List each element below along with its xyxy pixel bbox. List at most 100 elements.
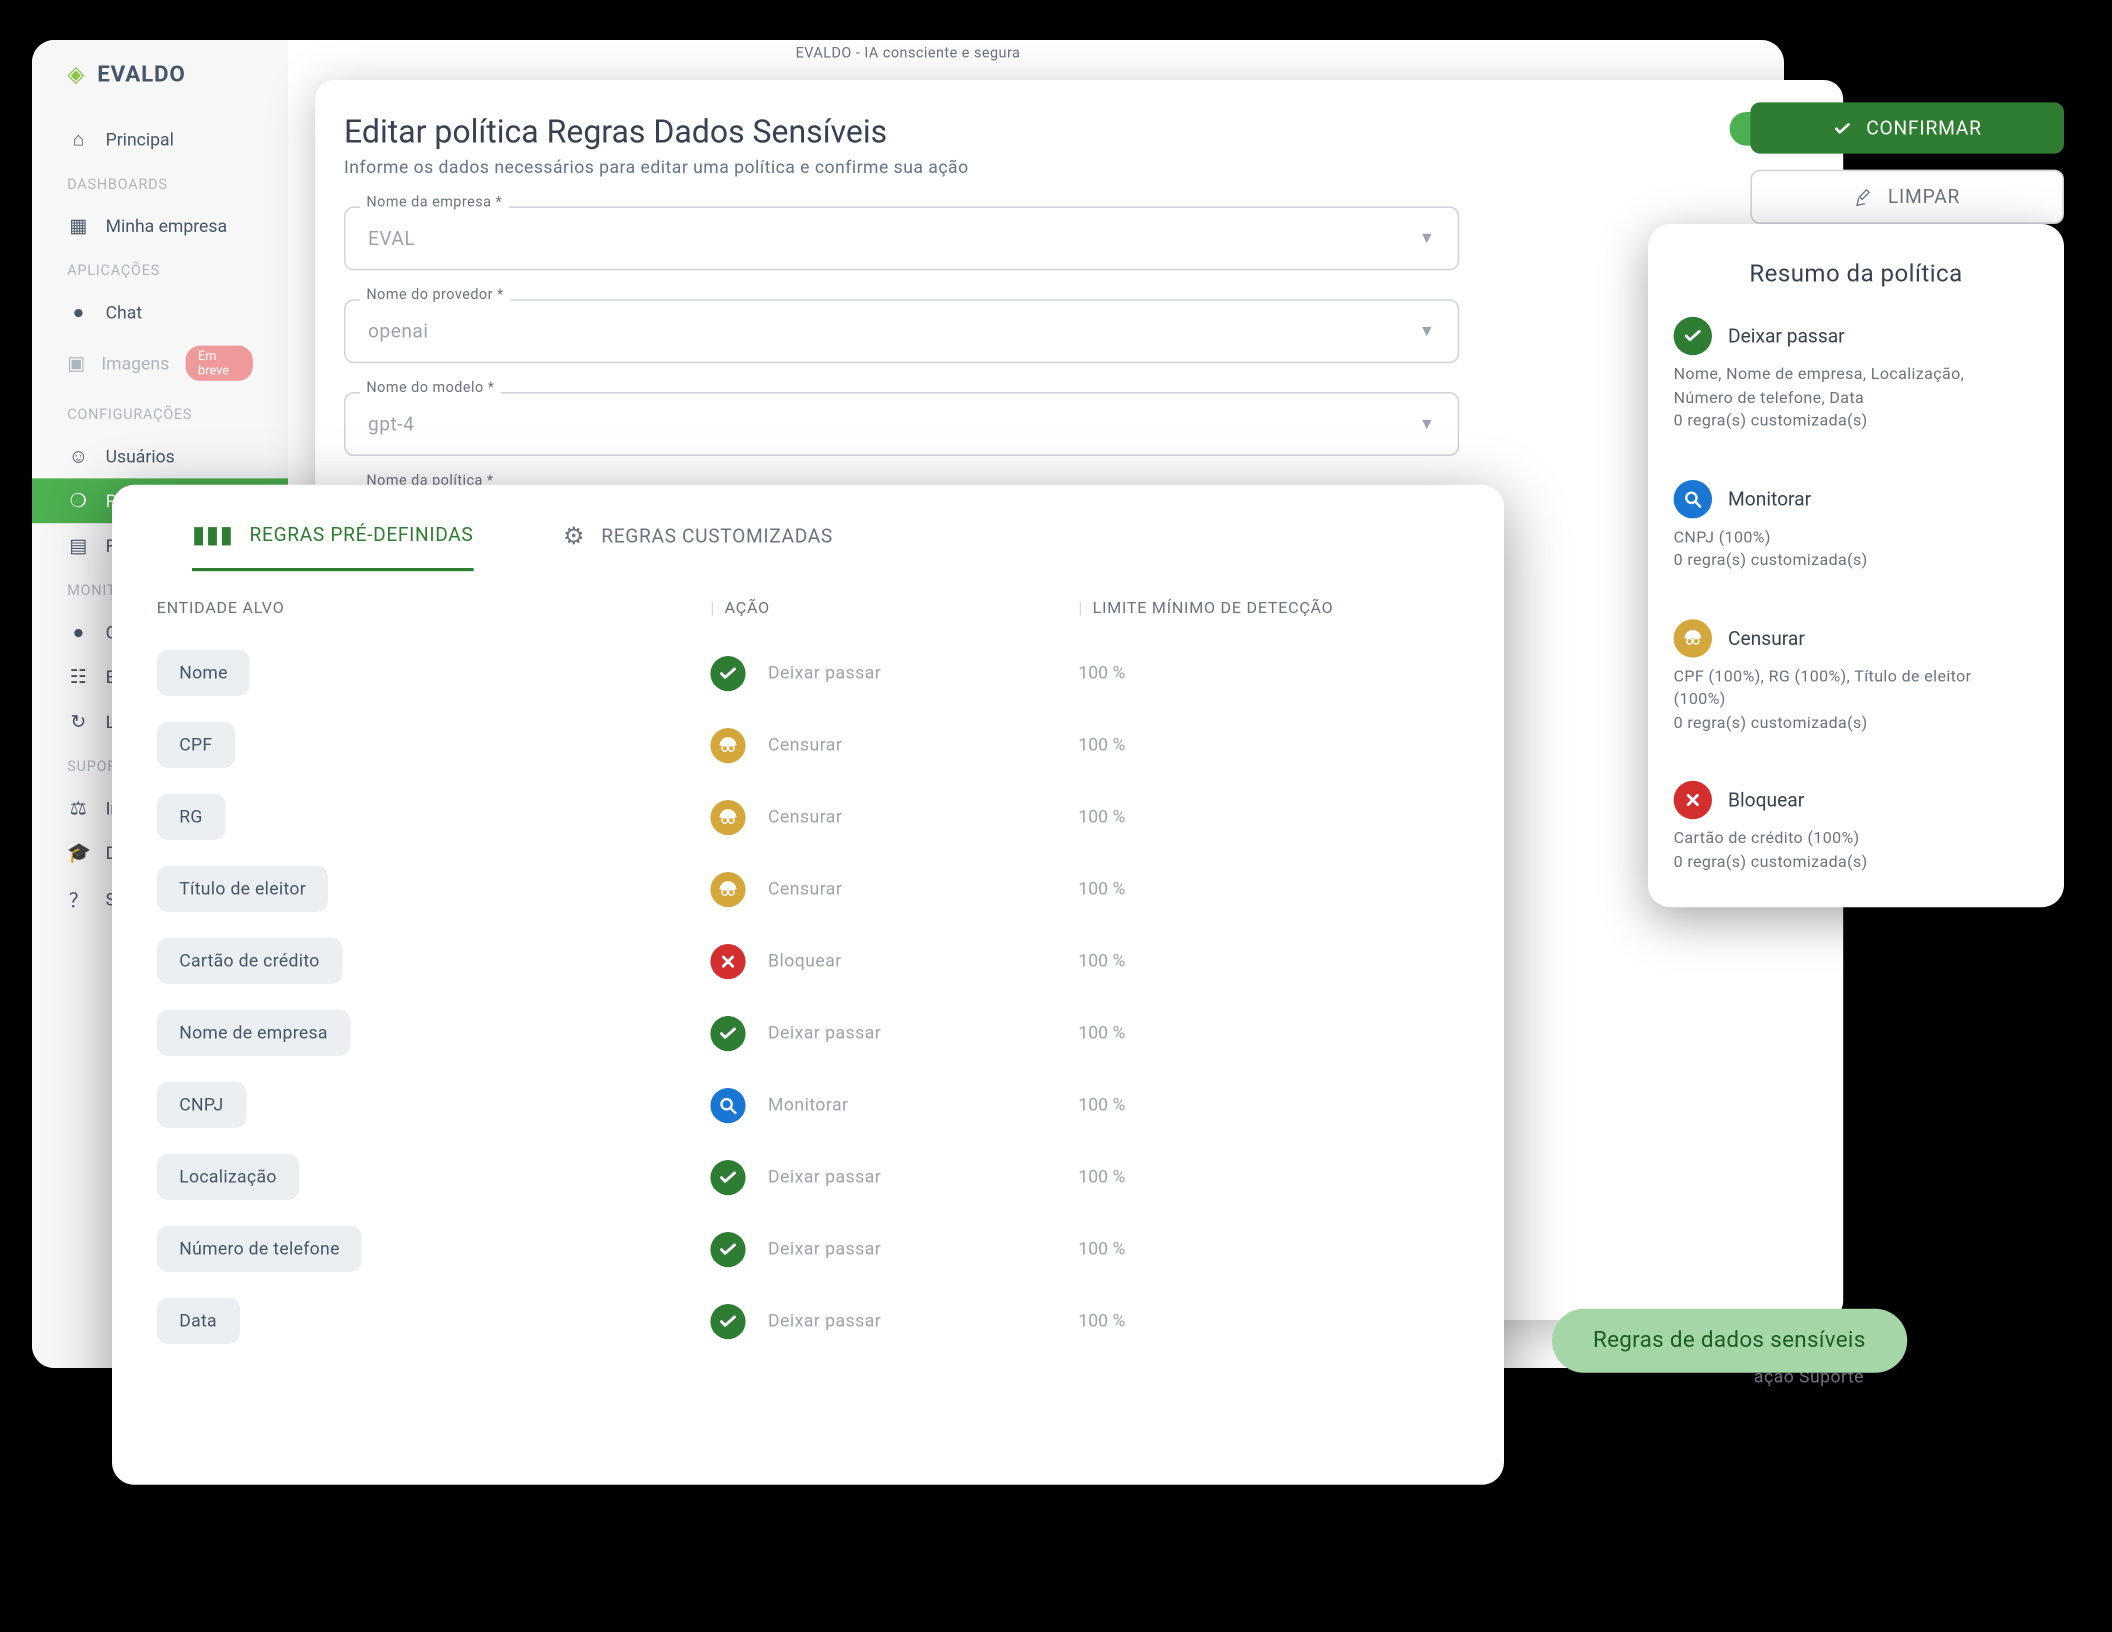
entity-chip: Nome de empresa [157,1010,350,1056]
form-title: Editar política Regras Dados Sensíveis [344,112,969,150]
censor-icon [1674,618,1712,656]
rules-panel: ▮▮▮REGRAS PRÉ-DEFINIDAS ⚙REGRAS CUSTOMIZ… [112,485,1504,1485]
entity-chip: CPF [157,722,235,768]
block-icon [710,943,745,978]
pass-icon [710,1303,745,1338]
chevron-down-icon: ▼ [1419,230,1435,248]
brand-text: EVALDO [97,62,185,88]
summary-monitor: Monitorar CNPJ (100%) 0 regra(s) customi… [1674,479,2039,573]
censor-icon [710,871,745,906]
summary-pass: Deixar passar Nome, Nome de empresa, Loc… [1674,317,2039,435]
limit-value: 100 % [1043,950,1475,971]
entity-chip: CNPJ [157,1082,246,1128]
monitor-icon [710,1087,745,1122]
pass-icon [710,655,745,690]
confirm-button[interactable]: CONFIRMAR [1750,102,2064,153]
broom-icon [1854,186,1875,207]
block-icon [1674,781,1712,819]
scale-icon: ⚖ [67,797,89,819]
tab-predefined[interactable]: ▮▮▮REGRAS PRÉ-DEFINIDAS [192,520,473,571]
brand-logo-icon: ◈ [67,62,84,88]
table-row[interactable]: Título de eleitor Censurar 100 % [131,853,1485,925]
action-text: Deixar passar [768,1022,881,1043]
nav-principal[interactable]: ⌂Principal [32,117,288,162]
limit-value: 100 % [1043,1310,1475,1331]
entity-chip: RG [157,794,225,840]
footer-tag: Regras de dados sensíveis [1551,1309,1907,1373]
chevron-down-icon: ▼ [1419,415,1435,433]
action-text: Deixar passar [768,662,881,683]
table-row[interactable]: Data Deixar passar 100 % [131,1285,1485,1357]
badge-em-breve: Em breve [185,346,253,381]
table-header: ENTIDADE ALVO | AÇÃO | LIMITE MÍNIMO DE … [131,571,1485,637]
pass-icon [710,1231,745,1266]
table-row[interactable]: NomeDeixar passar100 % [131,637,1485,709]
nav-minha-empresa[interactable]: ▦Minha empresa [32,203,288,248]
field-label-empresa: Nome da empresa * [360,195,509,211]
limit-value: 100 % [1043,1094,1475,1115]
table-row[interactable]: Cartão de crédito Bloquear 100 % [131,925,1485,997]
action-text: Censurar [768,806,842,827]
field-label-modelo: Nome do modelo * [360,381,501,397]
limit-value: 100 % [1043,806,1475,827]
nav-section-config: CONFIGURAÇÕES [32,392,288,434]
database-icon: ▤ [67,534,89,556]
table-row[interactable]: Número de telefoneDeixar passar100 % [131,1213,1485,1285]
entity-chip: Nome [157,650,250,696]
select-empresa[interactable]: EVAL▼ [344,206,1459,270]
chat-icon: ● [67,621,89,643]
globe-icon: ❍ [67,490,89,512]
limit-value: 100 % [1043,1022,1475,1043]
table-row[interactable]: Nome de empresa Deixar passar 100 % [131,997,1485,1069]
entity-chip: Título de eleitor [157,866,329,912]
chevron-down-icon: ▼ [1419,322,1435,340]
help-icon: ？ [67,886,89,913]
action-text: Deixar passar [768,1238,881,1259]
entity-chip: Localização [157,1154,299,1200]
summary-censor: Censurar CPF (100%), RG (100%), Título d… [1674,618,2039,736]
limit-value: 100 % [1043,878,1475,899]
th-entity: ENTIDADE ALVO [141,600,711,618]
chat-icon: ● [67,301,89,323]
censor-icon [710,727,745,762]
entity-chip: Data [157,1298,240,1344]
censor-icon [710,799,745,834]
book-icon: 🎓 [67,842,89,864]
table-row[interactable]: CNPJMonitorar100 % [131,1069,1485,1141]
check-icon [1833,118,1854,139]
image-icon: ▣ [67,352,85,374]
table-row[interactable]: LocalizaçãoDeixar passar100 % [131,1141,1485,1213]
summary-title: Resumo da política [1674,259,2039,288]
field-label-provedor: Nome do provedor * [360,288,510,304]
tab-custom[interactable]: ⚙REGRAS CUSTOMIZADAS [563,520,833,571]
limit-value: 100 % [1043,734,1475,755]
select-modelo[interactable]: gpt-4▼ [344,392,1459,456]
user-icon: ☺ [67,445,89,467]
calendar-icon: ☷ [67,666,89,688]
gear-icon: ⚙ [563,522,585,551]
table-row[interactable]: CPF Censurar 100 % [131,709,1485,781]
nav-imagens[interactable]: ▣ImagensEm breve [32,334,288,392]
action-text: Bloquear [768,950,842,971]
policy-summary-card: Resumo da política Deixar passar Nome, N… [1648,224,2064,907]
select-provedor[interactable]: openai▼ [344,299,1459,363]
nav-usuarios[interactable]: ☺Usuários [32,434,288,479]
entity-chip: Cartão de crédito [157,938,342,984]
nav-section-dashboards: DASHBOARDS [32,162,288,204]
nav-section-aplicacoes: APLICAÇÕES [32,248,288,290]
clock-icon: ↻ [67,710,89,732]
action-text: Censurar [768,878,842,899]
pass-icon [710,1159,745,1194]
th-action: AÇÃO [725,600,770,618]
table-row[interactable]: RG Censurar 100 % [131,781,1485,853]
nav-chat[interactable]: ●Chat [32,290,288,335]
limit-value: 100 % [1043,1166,1475,1187]
action-text: Censurar [768,734,842,755]
building-icon: ▦ [67,214,89,236]
action-buttons: CONFIRMAR LIMPAR [1750,102,2064,224]
entity-chip: Número de telefone [157,1226,362,1272]
clear-button[interactable]: LIMPAR [1750,170,2064,224]
th-limit: LIMITE MÍNIMO DE DETECÇÃO [1093,600,1334,618]
rules-table: ENTIDADE ALVO | AÇÃO | LIMITE MÍNIMO DE … [112,571,1504,1357]
action-text: Deixar passar [768,1310,881,1331]
